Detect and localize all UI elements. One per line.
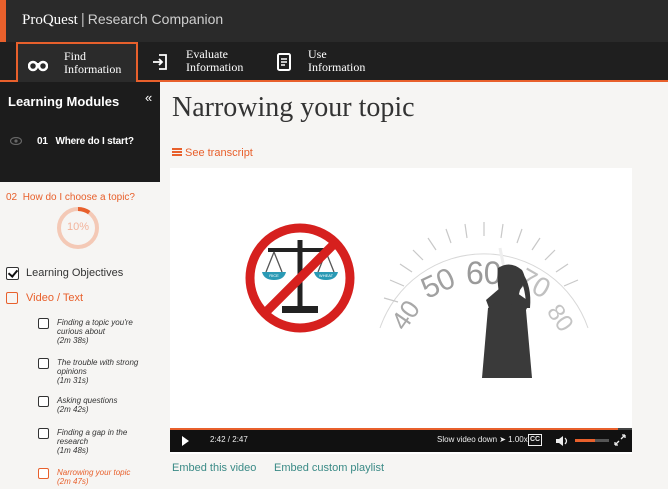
tab-label: Find Information (64, 49, 122, 76)
app-brand[interactable]: ProQuest | Research Companion (22, 11, 223, 29)
lesson-checkbox[interactable] (38, 468, 49, 479)
lesson-label: Finding a gap in the research (1m 48s) (57, 428, 128, 455)
tab-find-information[interactable]: Find Information (16, 42, 138, 82)
top-bar: ProQuest | Research Companion (0, 0, 668, 42)
scale-icon: RICE WHEAT (245, 223, 355, 333)
sidebar-header: Learning Modules « 01 Where do I start? (0, 82, 160, 182)
lesson-item[interactable]: Asking questions (2m 42s) (38, 396, 158, 416)
module-item-02[interactable]: 02 How do I choose a topic? (6, 192, 135, 203)
speed-number: 50 (416, 262, 460, 306)
page-title: Narrowing your topic (172, 92, 415, 123)
tab-label: Use Information (308, 47, 366, 74)
tab-use-information[interactable]: Use Information (272, 42, 382, 82)
brand-separator: | (80, 11, 85, 28)
volume-slider-fill (575, 439, 596, 442)
scale-label-right: WHEAT (319, 273, 334, 278)
lesson-checkbox[interactable] (38, 396, 49, 407)
lesson-item[interactable]: The trouble with strong opinions (1m 31s) (38, 358, 158, 386)
video-time: 2:42 / 2:47 (210, 435, 248, 444)
lesson-checkbox[interactable] (38, 358, 49, 369)
volume-icon[interactable] (555, 435, 569, 447)
video-controls: 2:42 / 2:47 Slow video down ➤ 1.00x CC (170, 428, 632, 452)
brand-subtitle: Research Companion (87, 11, 224, 27)
lesson-item[interactable]: Finding a gap in the research (1m 48s) (38, 428, 158, 456)
play-icon[interactable] (182, 436, 189, 446)
lesson-label: Finding a topic you're curious about (2m … (57, 318, 133, 345)
checkbox[interactable] (6, 292, 18, 304)
video-text-label: Video / Text (26, 292, 84, 304)
sidebar: Learning Modules « 01 Where do I start? … (0, 82, 160, 489)
module-item-01[interactable]: 01 Where do I start? (0, 128, 160, 158)
scale-label-left: RICE (269, 273, 279, 278)
fullscreen-icon[interactable] (614, 434, 626, 446)
speed-number: 80 (541, 299, 578, 336)
video-scrubber-fill (170, 428, 619, 430)
video-scrubber[interactable] (170, 428, 632, 430)
progress-ring: 10% (56, 206, 100, 250)
embed-video-link[interactable]: Embed this video (172, 462, 256, 474)
accent-strip (0, 0, 6, 42)
lesson-label: Narrowing your topic (2m 47s) (57, 468, 131, 486)
lesson-checkbox[interactable] (38, 428, 49, 439)
speedometer-graphic: 40 50 60 70 80 (379, 222, 589, 337)
brand-name: ProQuest (22, 12, 78, 28)
video-player[interactable]: RICE WHEAT 40 50 60 70 80 2:42 / 2:47 Sl… (170, 168, 632, 454)
learning-objectives-label: Learning Objectives (26, 267, 124, 279)
lesson-item[interactable]: Finding a topic you're curious about (2m … (38, 318, 158, 346)
binoculars-icon (28, 60, 48, 72)
collapse-sidebar-button[interactable]: « (145, 90, 152, 105)
lesson-label: Asking questions (2m 42s) (57, 396, 118, 414)
video-frame: RICE WHEAT 40 50 60 70 80 (245, 222, 589, 378)
eye-icon (10, 137, 22, 145)
lesson-label: The trouble with strong opinions (1m 31s) (57, 358, 139, 385)
checked-checkbox[interactable] (6, 267, 19, 280)
list-icon (172, 148, 182, 156)
module-label: 01 Where do I start? (37, 136, 134, 147)
volume-slider[interactable] (575, 439, 609, 442)
sign-in-icon (153, 54, 167, 70)
progress-label: 10% (66, 221, 90, 233)
tab-evaluate-information[interactable]: Evaluate Information (146, 42, 256, 82)
tab-bar: Find Information Evaluate Information Us… (0, 42, 668, 82)
embed-playlist-link[interactable]: Embed custom playlist (274, 462, 384, 474)
speed-number: 60 (466, 255, 502, 291)
speed-control[interactable]: Slow video down ➤ 1.00x (437, 435, 528, 444)
see-transcript-link[interactable]: See transcript (172, 147, 253, 159)
tab-label: Evaluate Information (186, 47, 244, 74)
lesson-checkbox[interactable] (38, 318, 49, 329)
closed-captions-button[interactable]: CC (528, 434, 542, 446)
document-icon (277, 53, 291, 71)
lesson-item-current[interactable]: Narrowing your topic (2m 47s) (38, 468, 158, 488)
sidebar-title: Learning Modules (8, 94, 120, 109)
